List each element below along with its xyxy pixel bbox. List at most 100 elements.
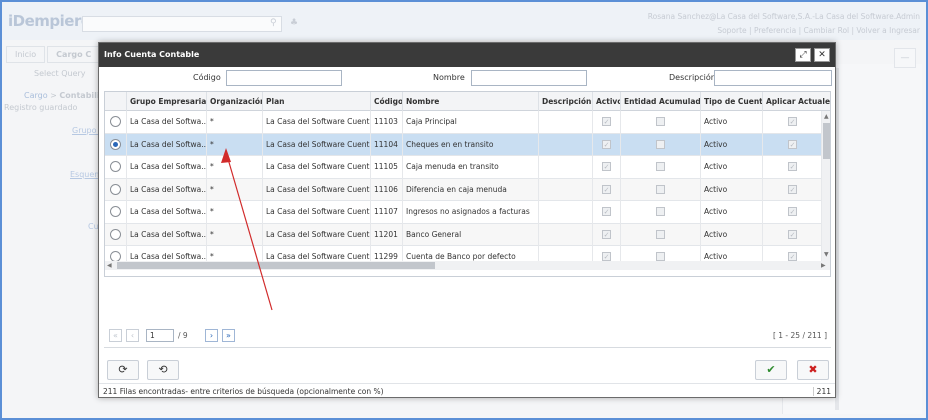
reset-button[interactable]: ⟲ (147, 360, 179, 380)
maximize-icon[interactable]: ⤢ (795, 48, 811, 62)
refresh-icon: ⟳ (118, 363, 128, 376)
table-row[interactable]: La Casa del Softwa... * La Casa del Softwa… (105, 156, 822, 179)
screenshot-frame: iDempierecargo ⚲ ♣ Rosana Sanchez@La Cas… (0, 0, 928, 420)
cell-nombre: Caja menuda en transito (403, 156, 539, 179)
link-preferencia[interactable]: Preferencia (754, 26, 796, 35)
cell-descripcion (539, 178, 593, 201)
cell-nombre: Ingresos no asignados a facturas (403, 201, 539, 224)
cell-activo: ✓ (593, 111, 621, 134)
global-search-input[interactable] (82, 16, 282, 32)
cell-nombre: Diferencia en caja menuda (403, 178, 539, 201)
prev-page-button[interactable]: ‹ (126, 329, 139, 342)
row-radio-button[interactable] (110, 183, 121, 195)
filter-descripcion-input[interactable] (714, 70, 832, 86)
page-number-input[interactable]: 1 (146, 329, 174, 342)
col-tipo[interactable]: Tipo de Cuenta (701, 92, 763, 111)
row-radio-button[interactable] (110, 116, 121, 127)
grid-vertical-scrollbar[interactable]: ▲ ▼ (822, 111, 830, 261)
link-volver[interactable]: Volver a Ingresar (856, 26, 920, 35)
last-page-button[interactable]: » (222, 329, 235, 342)
row-radio-button[interactable] (110, 206, 121, 217)
row-radio-button[interactable] (110, 161, 121, 172)
search-icon[interactable]: ⚲ (270, 18, 277, 28)
col-grupo[interactable]: Grupo Empresarial (127, 92, 207, 111)
status-message: 211 Filas encontradas- entre criterios d… (103, 387, 384, 396)
vertical-scroll-thumb[interactable] (823, 123, 830, 159)
col-descripcion[interactable]: Descripción (539, 92, 593, 111)
col-plan[interactable]: Plan (263, 92, 371, 111)
table-row[interactable]: La Casa del Softwa... * La Casa del Softwa… (105, 111, 822, 134)
cell-plan: La Casa del Software Cuenta (263, 111, 371, 134)
cell-organizacion: * (207, 178, 263, 201)
cell-plan: La Casa del Software Cuenta (263, 178, 371, 201)
link-cambiar-rol[interactable]: Cambiar Rol (804, 26, 850, 35)
cell-activo: ✓ (593, 156, 621, 179)
cell-entidad (621, 201, 701, 224)
grid-horizontal-scrollbar[interactable]: ◀ ▶ (105, 261, 830, 270)
col-select[interactable] (105, 92, 127, 111)
minimize-icon[interactable]: — (894, 48, 916, 68)
breadcrumb-cargo[interactable]: Cargo (24, 91, 48, 100)
next-page-button[interactable]: › (205, 329, 218, 342)
cell-select (105, 111, 127, 134)
select-query-button[interactable]: Select Query (34, 68, 100, 80)
cell-activo-checkbox: ✓ (602, 252, 611, 261)
pager: « ‹ 1 / 9 › » [ 1 - 25 / 211 ] (104, 329, 831, 345)
close-icon[interactable]: ✕ (814, 48, 830, 62)
scroll-down-icon[interactable]: ▼ (824, 251, 829, 258)
tree-icon[interactable]: ♣ (290, 18, 298, 28)
cell-codigo: 11103 (371, 111, 403, 134)
cell-select (105, 178, 127, 201)
cell-grupo: La Casa del Softwa... (127, 223, 207, 246)
scroll-left-icon[interactable]: ◀ (107, 262, 112, 269)
cell-aplicar-checkbox: ✓ (788, 139, 797, 149)
horizontal-scroll-thumb[interactable] (117, 262, 435, 269)
filter-bar: Código Nombre Descripción (99, 67, 835, 89)
cell-entidad-checkbox (656, 117, 665, 126)
cell-entidad-checkbox (656, 252, 665, 261)
cell-organizacion: * (207, 223, 263, 246)
cell-grupo: La Casa del Softwa... (127, 178, 207, 201)
row-radio-button[interactable] (110, 228, 121, 240)
tab-inicio[interactable]: Inicio (6, 46, 46, 63)
row-radio-button[interactable] (110, 138, 121, 150)
cell-activo-checkbox: ✓ (602, 139, 611, 149)
table-row[interactable]: La Casa del Softwa... * La Casa del Softwa… (105, 223, 822, 246)
link-soporte[interactable]: Soporte (717, 26, 746, 35)
col-activo[interactable]: Activo (593, 92, 621, 111)
tab-cargo[interactable]: Cargo C (47, 46, 101, 63)
refresh-button[interactable]: ⟳ (107, 360, 139, 380)
app-header: iDempierecargo ⚲ ♣ Rosana Sanchez@La Cas… (2, 2, 926, 40)
cell-aplicar-checkbox: ✓ (788, 252, 797, 261)
table-row[interactable]: La Casa del Softwa... * La Casa del Softwa… (105, 201, 822, 224)
user-info: Rosana Sanchez@La Casa del Software,S.A.… (647, 12, 920, 21)
scroll-right-icon[interactable]: ▶ (821, 262, 826, 269)
col-organizacion[interactable]: Organización (207, 92, 263, 111)
cell-descripcion (539, 156, 593, 179)
col-entidad[interactable]: Entidad Acumulada (621, 92, 701, 111)
col-nombre[interactable]: Nombre (403, 92, 539, 111)
filter-codigo-input[interactable] (226, 70, 342, 86)
table-row[interactable]: La Casa del Softwa... * La Casa del Softwa… (105, 133, 822, 156)
cell-tipo: Activo (701, 156, 763, 179)
cell-tipo: Activo (701, 178, 763, 201)
cell-tipo: Activo (701, 133, 763, 156)
cell-activo: ✓ (593, 178, 621, 201)
first-page-button[interactable]: « (109, 329, 122, 342)
table-row[interactable]: La Casa del Softwa... * La Casa del Softwa… (105, 178, 822, 201)
cell-plan: La Casa del Software Cuenta (263, 201, 371, 224)
col-codigo[interactable]: Código (371, 92, 403, 111)
cell-activo: ✓ (593, 201, 621, 224)
cell-entidad-checkbox (656, 184, 665, 194)
scroll-up-icon[interactable]: ▲ (824, 113, 829, 120)
filter-descripcion-label: Descripción (669, 73, 716, 82)
ok-button[interactable]: ✔ (755, 360, 787, 380)
check-icon: ✔ (766, 363, 776, 376)
cell-organizacion: * (207, 156, 263, 179)
cell-entidad (621, 133, 701, 156)
col-aplicar[interactable]: Aplicar Actuales (763, 92, 830, 111)
cancel-button[interactable]: ✖ (797, 360, 829, 380)
filter-nombre-input[interactable] (471, 70, 587, 86)
status-count: 211 (812, 387, 831, 396)
cell-descripcion (539, 223, 593, 246)
